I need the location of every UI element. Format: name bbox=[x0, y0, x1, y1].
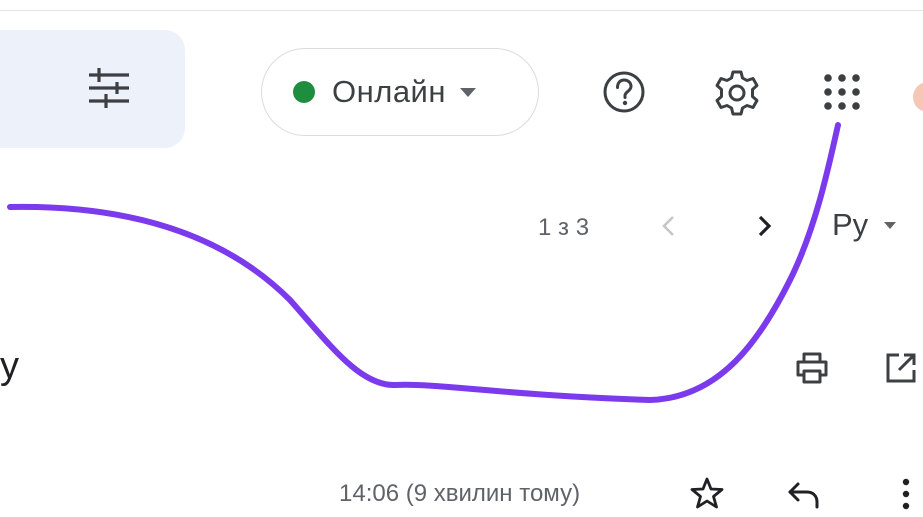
status-selector[interactable]: Онлайн bbox=[261, 48, 539, 136]
account-avatar[interactable] bbox=[913, 82, 923, 112]
caret-down-icon bbox=[460, 87, 476, 97]
top-divider bbox=[0, 10, 923, 11]
message-subject: у bbox=[0, 345, 19, 387]
input-tools-selector[interactable]: Ру bbox=[832, 207, 897, 243]
message-timestamp: 14:06 (9 хвилин тому) bbox=[339, 480, 581, 507]
apps-grid-icon[interactable] bbox=[820, 70, 864, 114]
previous-icon[interactable] bbox=[656, 211, 682, 241]
reply-icon[interactable] bbox=[787, 480, 821, 510]
next-icon[interactable] bbox=[752, 211, 778, 241]
pagination-count: 1 з 3 bbox=[538, 214, 590, 241]
settings-gear-icon[interactable] bbox=[711, 67, 763, 119]
open-in-new-window-icon[interactable] bbox=[883, 350, 919, 386]
more-options-icon[interactable] bbox=[894, 476, 918, 512]
status-label: Онлайн bbox=[332, 74, 446, 109]
caret-down-icon bbox=[884, 221, 897, 229]
input-tool-label: Ру bbox=[832, 207, 869, 242]
star-icon[interactable] bbox=[690, 476, 724, 510]
mail-page: Онлайн 1 з 3 Ру у 14:06 (9 хвилин тому) bbox=[0, 0, 923, 517]
status-online-dot bbox=[293, 81, 315, 103]
print-icon[interactable] bbox=[794, 350, 830, 386]
search-options-icon[interactable] bbox=[84, 63, 134, 113]
help-icon[interactable] bbox=[600, 68, 648, 116]
